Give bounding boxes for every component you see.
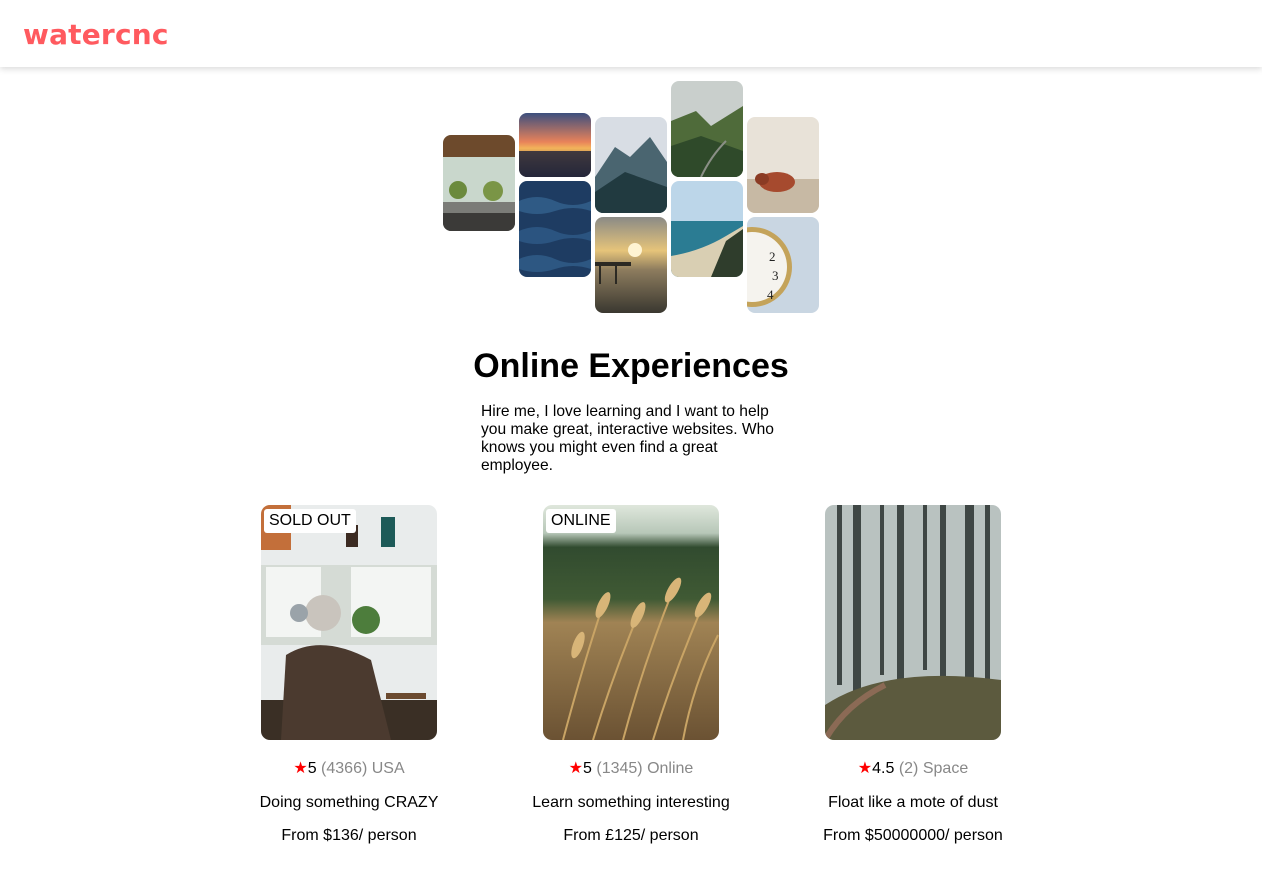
card-price: From $136/ person: [229, 826, 469, 846]
card-stats: ★4.5 (2) Space: [793, 759, 1033, 779]
card-photo-foggy-forest[interactable]: [825, 505, 1001, 740]
card-reviews: (2): [898, 760, 919, 777]
card-title: Learn something interesting: [532, 794, 730, 811]
card-stats: ★5 (4366) USA: [229, 759, 469, 779]
card-title: Doing something CRAZY: [259, 794, 439, 811]
badge-sold-out: SOLD OUT: [264, 509, 356, 533]
photo-ocean-waves: [519, 181, 591, 277]
photo-pocket-watch: 2 3 4: [747, 217, 819, 313]
card-reviews: (1345): [596, 760, 643, 777]
card-photo-wheat[interactable]: ONLINE: [543, 505, 719, 740]
card-price-unit: / person: [358, 827, 417, 844]
star-icon: ★: [568, 760, 584, 777]
card-price-amount: From $136: [281, 827, 359, 844]
card-rating: 5: [307, 760, 317, 777]
card-price-amount: From $50000000: [823, 827, 946, 844]
svg-text:2: 2: [769, 249, 776, 264]
photo-highland-cow: [747, 117, 819, 213]
badge-online: ONLINE: [546, 509, 616, 533]
photo-beach-cliff: [671, 181, 743, 277]
photo-car-interior: [443, 135, 515, 231]
card-price: From $50000000/ person: [793, 826, 1033, 846]
card-price-unit: / person: [945, 827, 1003, 844]
card-price-amount: From £125: [563, 827, 641, 844]
photo-green-hills: [671, 81, 743, 177]
card-rating: 5: [583, 760, 592, 777]
card-location: Online: [647, 760, 694, 777]
star-icon: ★: [293, 760, 308, 777]
star-icon: ★: [857, 760, 873, 777]
card-price-unit: / person: [640, 827, 699, 844]
hero-photo-grid: 2 3 4: [0, 0, 1262, 330]
photo-misty-mountain: [595, 117, 667, 213]
hero-description: Hire me, I love learning and I want to h…: [481, 403, 774, 474]
card-rating: 4.5: [872, 760, 895, 777]
card-stats: ★5 (1345) Online: [511, 759, 751, 779]
card-location: Space: [922, 760, 969, 777]
card-photo-cafe[interactable]: SOLD OUT: [261, 505, 437, 740]
svg-text:3: 3: [772, 268, 779, 283]
card-reviews: (4366): [321, 760, 368, 777]
card-price: From £125/ person: [511, 826, 751, 846]
photo-sunset: [519, 113, 591, 177]
svg-text:4: 4: [767, 287, 774, 302]
photo-pier-sunset: [595, 217, 667, 313]
card-location: USA: [371, 760, 405, 777]
page-title: Online Experiences: [473, 347, 789, 385]
card-title: Float like a mote of dust: [828, 794, 998, 811]
